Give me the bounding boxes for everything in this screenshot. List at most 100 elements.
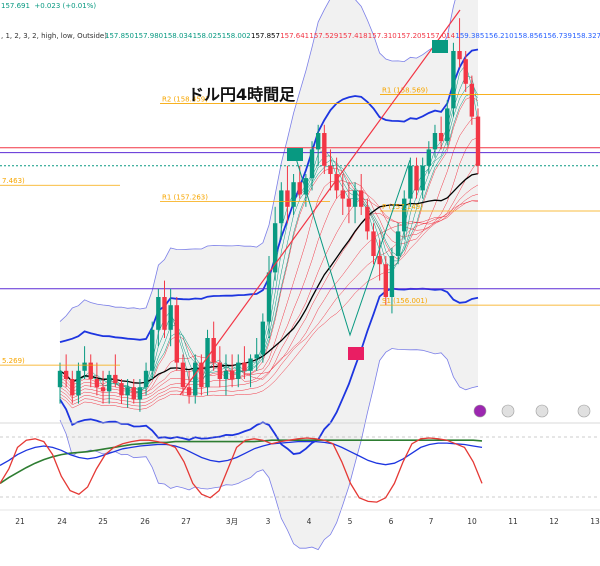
time-tick-label: 21 <box>15 517 25 526</box>
candle-body <box>57 370 63 388</box>
candle-body <box>371 231 376 256</box>
header-line-1: 157.691 +0.023 (+0.01%) <box>1 2 96 10</box>
candle-body <box>156 297 161 330</box>
candle-body <box>168 305 173 330</box>
indicator-params: , 1, 2, 3, 2, high, low, Outside) <box>1 32 107 40</box>
candle-body <box>217 362 223 379</box>
time-tick-label: 12 <box>549 517 559 526</box>
candle-body <box>113 374 118 384</box>
candle-body <box>260 321 266 355</box>
flag-icon[interactable] <box>501 404 515 418</box>
indicator-value: 157.418 <box>339 32 368 40</box>
indicator-value: 159.385 <box>455 32 484 40</box>
candle-body <box>352 190 358 207</box>
candle-body <box>100 387 106 392</box>
candle-body <box>279 190 284 224</box>
candle-body <box>119 383 124 396</box>
candle-body <box>180 362 186 388</box>
candle-body <box>383 264 388 297</box>
candle-body <box>82 362 87 371</box>
indicator-value: 157.529 <box>309 32 338 40</box>
time-tick-label: 4 <box>307 517 312 526</box>
time-tick-label: 11 <box>508 517 518 526</box>
candle-body <box>242 362 247 371</box>
candle-body <box>426 149 432 166</box>
time-tick-label: 26 <box>140 517 150 526</box>
candle-body <box>365 206 370 232</box>
candle-body <box>205 338 210 388</box>
candle-body <box>328 165 333 174</box>
candle-body <box>236 362 241 379</box>
price-chart[interactable]: R2 (158.459)R1 (158.569)R1 (157.263)P (1… <box>0 0 600 566</box>
indicator-value: 157.310 <box>368 32 397 40</box>
pivot-label: R1 (157.263) <box>162 194 208 202</box>
indicator-value: 156.739 <box>543 32 572 40</box>
candle-body <box>408 165 413 199</box>
time-tick-label: 5 <box>348 517 353 526</box>
header-value: +0.023 (+0.01%) <box>34 2 96 10</box>
candle-body <box>285 190 290 207</box>
pivot-label: 7.463) <box>2 177 25 185</box>
time-tick-label: 24 <box>57 517 67 526</box>
candle-body <box>463 59 468 84</box>
candle-body <box>451 51 456 109</box>
pivot-label: P (157.149) <box>382 203 423 211</box>
candle-body <box>340 190 345 199</box>
time-tick-label: 25 <box>98 517 108 526</box>
indicator-value: 158.327 <box>572 32 600 40</box>
indicator-value: 157.857 <box>251 32 280 40</box>
candle-body <box>94 379 100 388</box>
candle-body <box>469 83 475 117</box>
candle-body <box>248 358 253 371</box>
candle-body <box>309 149 315 179</box>
flag-icon[interactable] <box>577 404 591 418</box>
candle-body <box>137 387 143 400</box>
indicator-value: 158.034 <box>163 32 192 40</box>
time-tick-label: 3 <box>266 517 271 526</box>
low-marker <box>348 347 364 360</box>
event-icon[interactable] <box>473 404 487 418</box>
candle-body <box>76 370 81 396</box>
candle-body <box>125 387 130 396</box>
indicator-value: 158.002 <box>222 32 251 40</box>
time-axis: 21 24 25 26 27 3月 3 4 5 6 7 10 11 12 13 <box>15 517 600 526</box>
candle-body <box>254 354 259 359</box>
candle-body <box>346 198 352 207</box>
candle-body <box>70 379 75 396</box>
header-line-2: , 1, 2, 3, 2, high, low, Outside)157.850… <box>1 32 600 40</box>
indicator-value: 157.980 <box>134 32 163 40</box>
candle-body <box>395 231 401 256</box>
candle-body <box>315 133 321 150</box>
indicator-value: 158.856 <box>514 32 543 40</box>
indicator-value: 156.210 <box>485 32 514 40</box>
candle-body <box>223 370 229 379</box>
header-value: 157.691 <box>1 2 30 10</box>
pivot-label: 5.269) <box>2 357 25 365</box>
candle-body <box>475 116 481 166</box>
time-tick-label: 7 <box>429 517 434 526</box>
candle-body <box>150 329 155 371</box>
indicator-value: 157.850 <box>105 32 134 40</box>
candle-body <box>131 387 136 400</box>
indicator-value: 157.641 <box>280 32 309 40</box>
candle-body <box>297 182 302 195</box>
candle-body <box>389 256 395 297</box>
candle-body <box>143 370 149 388</box>
time-tick-label: 13 <box>590 517 600 526</box>
pivot-label: R1 (158.569) <box>382 87 428 95</box>
candle-body <box>266 272 272 322</box>
pivot-label: S1 (156.001) <box>382 297 428 305</box>
candle-body <box>377 256 382 265</box>
candle-body <box>359 190 364 207</box>
indicator-value: 158.025 <box>193 32 222 40</box>
high-marker <box>287 148 303 161</box>
candle-body <box>457 51 462 60</box>
indicator-value: 157.014 <box>426 32 455 40</box>
candle-body <box>438 133 444 142</box>
candle-body <box>229 370 235 379</box>
candle-body <box>414 165 419 191</box>
candle-body <box>63 370 69 379</box>
candle-body <box>291 182 296 207</box>
candle-body <box>106 374 112 392</box>
flag-icon[interactable] <box>535 404 549 418</box>
